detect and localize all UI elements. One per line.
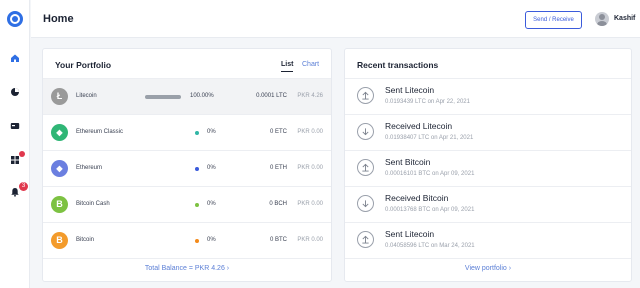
recent-transactions-card: Recent transactions Sent Litecoin 0.0193… [344, 48, 632, 282]
allocation-bar [145, 95, 181, 99]
portfolio-title: Your Portfolio [55, 60, 112, 70]
allocation-percent: 0% [207, 201, 216, 207]
allocation-bar-fill [145, 95, 181, 99]
transaction-detail: 0.00013768 BTC on Apr 09, 2021 [385, 207, 475, 213]
notification-count-badge: 3 [19, 182, 28, 191]
page-title: Home [43, 13, 74, 25]
coin-amount: 0.0001 LTC [256, 93, 287, 99]
arrow-up-icon [357, 231, 374, 248]
portfolio-card: Your Portfolio List Chart Ł Litecoin 100… [42, 48, 332, 282]
portfolio-row-bitcoin-cash[interactable]: B Bitcoin Cash 0% 0 BCH PKR 0.00 [43, 187, 331, 223]
top-bar: Home Send / Receive Kashif [31, 0, 640, 38]
apps-badge [19, 151, 25, 157]
transaction-item[interactable]: Received Litecoin 0.01938407 LTC on Apr … [345, 115, 631, 151]
ethereum-icon: ◆ [51, 160, 68, 177]
fiat-value: PKR 0.00 [297, 165, 323, 171]
transaction-item[interactable]: Sent Litecoin 0.0193439 LTC on Apr 22, 2… [345, 79, 631, 115]
allocation-dot [195, 167, 199, 171]
fiat-value: PKR 0.00 [297, 201, 323, 207]
transaction-title: Sent Litecoin [385, 229, 435, 239]
send-receive-button[interactable]: Send / Receive [525, 11, 582, 29]
ethereum-classic-icon: ◆ [51, 124, 68, 141]
fiat-value: PKR 4.26 [297, 93, 323, 99]
allocation-percent: 0% [207, 165, 216, 171]
coin-amount: 0 BCH [269, 201, 287, 207]
total-balance-link[interactable]: Total Balance = PKR 4.26 › [43, 265, 331, 272]
coin-name: Litecoin [76, 93, 97, 99]
coin-amount: 0 ETC [269, 129, 287, 135]
transaction-title: Received Litecoin [385, 121, 453, 131]
allocation-dot [195, 203, 199, 207]
coin-name: Ethereum [76, 165, 103, 171]
coin-amount: 0 ETH [269, 165, 287, 171]
sidebar: 3 [0, 0, 30, 288]
arrow-down-icon [357, 195, 374, 212]
transaction-detail: 0.01938407 LTC on Apr 21, 2021 [385, 135, 474, 141]
app-logo[interactable] [7, 11, 23, 27]
coin-name: Bitcoin [76, 237, 95, 243]
arrow-down-icon [357, 123, 374, 140]
portfolio-row-ethereum-classic[interactable]: ◆ Ethereum Classic 0% 0 ETC PKR 0.00 [43, 115, 331, 151]
tab-chart[interactable]: Chart [302, 61, 319, 68]
bitcoin-icon: B [51, 232, 68, 249]
user-name[interactable]: Kashif [614, 15, 635, 22]
arrow-up-icon [357, 87, 374, 104]
allocation-dot [195, 131, 199, 135]
coin-name: Bitcoin Cash [76, 201, 110, 207]
fiat-value: PKR 0.00 [297, 129, 323, 135]
home-icon[interactable] [9, 52, 21, 64]
transaction-title: Sent Bitcoin [385, 157, 431, 167]
pie-chart-icon[interactable] [9, 86, 21, 98]
bitcoin-cash-icon: B [51, 196, 68, 213]
portfolio-header: Your Portfolio List Chart [43, 49, 331, 79]
litecoin-icon: Ł [51, 88, 68, 105]
transaction-detail: 0.04058596 LTC on Mar 24, 2021 [385, 243, 475, 249]
apps-icon[interactable] [9, 151, 25, 166]
transaction-title: Sent Litecoin [385, 85, 435, 95]
coin-name: Ethereum Classic [76, 129, 124, 135]
allocation-percent: 0% [207, 237, 216, 243]
recent-title: Recent transactions [357, 60, 439, 70]
avatar[interactable] [595, 12, 609, 26]
portfolio-row-litecoin[interactable]: Ł Litecoin 100.00% 0.0001 LTC PKR 4.26 [43, 79, 331, 115]
bell-icon[interactable]: 3 [9, 182, 28, 198]
allocation-percent: 100.00% [190, 93, 214, 99]
allocation-percent: 0% [207, 129, 216, 135]
fiat-value: PKR 0.00 [297, 237, 323, 243]
transaction-item[interactable]: Received Bitcoin 0.00013768 BTC on Apr 0… [345, 187, 631, 223]
view-portfolio-link[interactable]: View portfolio › [345, 265, 631, 272]
arrow-up-icon [357, 159, 374, 176]
transaction-item[interactable]: Sent Litecoin 0.04058596 LTC on Mar 24, … [345, 223, 631, 259]
transaction-detail: 0.00016101 BTC on Apr 09, 2021 [385, 171, 475, 177]
transaction-detail: 0.0193439 LTC on Apr 22, 2021 [385, 99, 470, 105]
recent-header: Recent transactions [345, 49, 631, 79]
allocation-dot [195, 239, 199, 243]
card-icon[interactable] [9, 120, 21, 132]
transaction-title: Received Bitcoin [385, 193, 449, 203]
transaction-item[interactable]: Sent Bitcoin 0.00016101 BTC on Apr 09, 2… [345, 151, 631, 187]
portfolio-row-bitcoin[interactable]: B Bitcoin 0% 0 BTC PKR 0.00 [43, 223, 331, 259]
coin-amount: 0 BTC [269, 237, 287, 243]
tab-list[interactable]: List [281, 61, 294, 72]
portfolio-row-ethereum[interactable]: ◆ Ethereum 0% 0 ETH PKR 0.00 [43, 151, 331, 187]
